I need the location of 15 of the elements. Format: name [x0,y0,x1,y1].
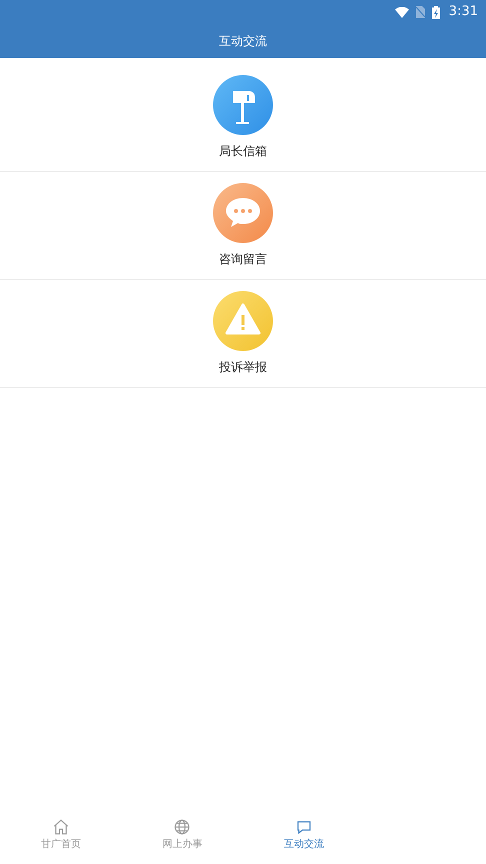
menu-entry[interactable]: 局长信箱 [0,64,486,172]
wifi-icon [394,6,409,18]
globe-icon [173,818,192,836]
menu-entry[interactable]: 咨询留言 [0,172,486,280]
menu-entry[interactable]: 投诉举报 [0,280,486,388]
page-title: 互动交流 [219,33,267,50]
status-time: 3:31 [448,3,478,22]
chat-bubble-icon [213,183,273,243]
tab-item[interactable]: 互动交流 [243,818,364,852]
no-sim-icon [416,6,425,18]
battery-charging-icon [432,6,440,18]
mailbox-icon [213,75,273,135]
warning-icon [213,291,273,351]
chat-icon [294,818,313,836]
home-icon [52,818,70,836]
